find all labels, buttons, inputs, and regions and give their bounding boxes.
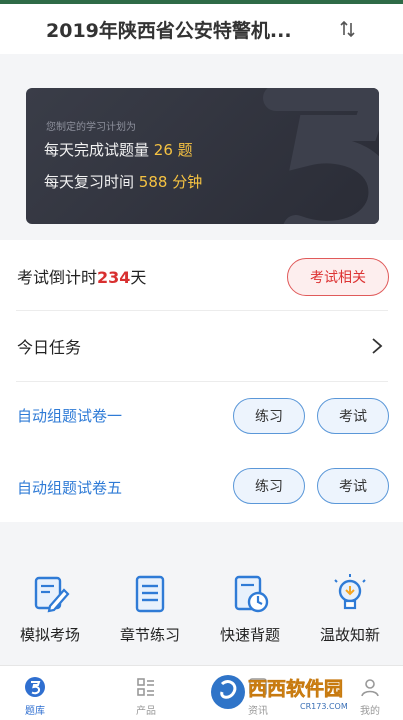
exam-related-button[interactable]: 考试相关 [287,258,389,296]
plan-caption: 您制定的学习计划为 [46,122,136,133]
tool-quick-memorize[interactable]: 快速背题 [200,560,300,645]
paper-5-practice-button[interactable]: 练习 [233,468,305,504]
paper-title[interactable]: 自动组题试卷一 [17,405,122,426]
exam-countdown: 考试倒计时234天 [17,268,147,287]
svg-text:西西软件园: 西西软件园 [248,677,343,700]
today-task-row[interactable]: 今日任务 [0,311,403,381]
paper-1-practice-button[interactable]: 练习 [233,398,305,434]
site-watermark-logo: 西西软件园 CR173.COM [211,675,348,711]
paper-title[interactable]: 自动组题试卷五 [17,477,122,498]
tool-review[interactable]: 温故知新 [300,560,400,645]
paper-5-exam-button[interactable]: 考试 [317,468,389,504]
tool-mock-exam[interactable]: 模拟考场 [0,560,100,645]
today-task-label: 今日任务 [17,338,82,357]
divider [16,381,388,382]
logo-watermark-icon [263,88,379,224]
study-plan-card[interactable]: 您制定的学习计划为 每天完成试题量 26 题 每天复习时间 588 分钟 [26,88,379,224]
lightbulb-icon [334,574,366,610]
daily-review-line: 每天复习时间 588 分钟 [44,173,203,191]
quick-memorize-icon [234,575,269,613]
page-title: 2019年陕西省公安特警机... [46,20,292,42]
tool-label: 模拟考场 [19,626,80,644]
chapter-list-icon [135,575,165,613]
tab-label: 产品 [136,706,156,717]
tool-chapter-practice[interactable]: 章节练习 [100,560,200,645]
app-header: 2019年陕西省公安特警机... [0,4,403,54]
sort-icon[interactable] [339,20,357,38]
daily-questions-line: 每天完成试题量 26 题 [44,141,193,159]
paper-1-exam-button[interactable]: 考试 [317,398,389,434]
tab-product[interactable]: 产品 [96,666,196,720]
tab-question-bank[interactable]: 题库 [0,666,85,720]
product-grid-icon [137,678,154,696]
exam-paper-icon [34,576,70,613]
daily-questions-value: 26 [153,141,173,159]
countdown-days: 234 [97,268,131,287]
tool-label: 章节练习 [119,626,180,644]
chevron-right-icon [372,338,383,354]
question-bank-icon [25,677,45,697]
tool-grid: 模拟考场 章节练习 快速背题 温故知新 [0,560,403,660]
svg-text:CR173.COM: CR173.COM [300,702,348,711]
tool-label: 快速背题 [219,626,280,644]
tab-label: 题库 [25,706,45,717]
tool-label: 温故知新 [319,626,380,644]
daily-review-value: 588 [138,173,168,191]
